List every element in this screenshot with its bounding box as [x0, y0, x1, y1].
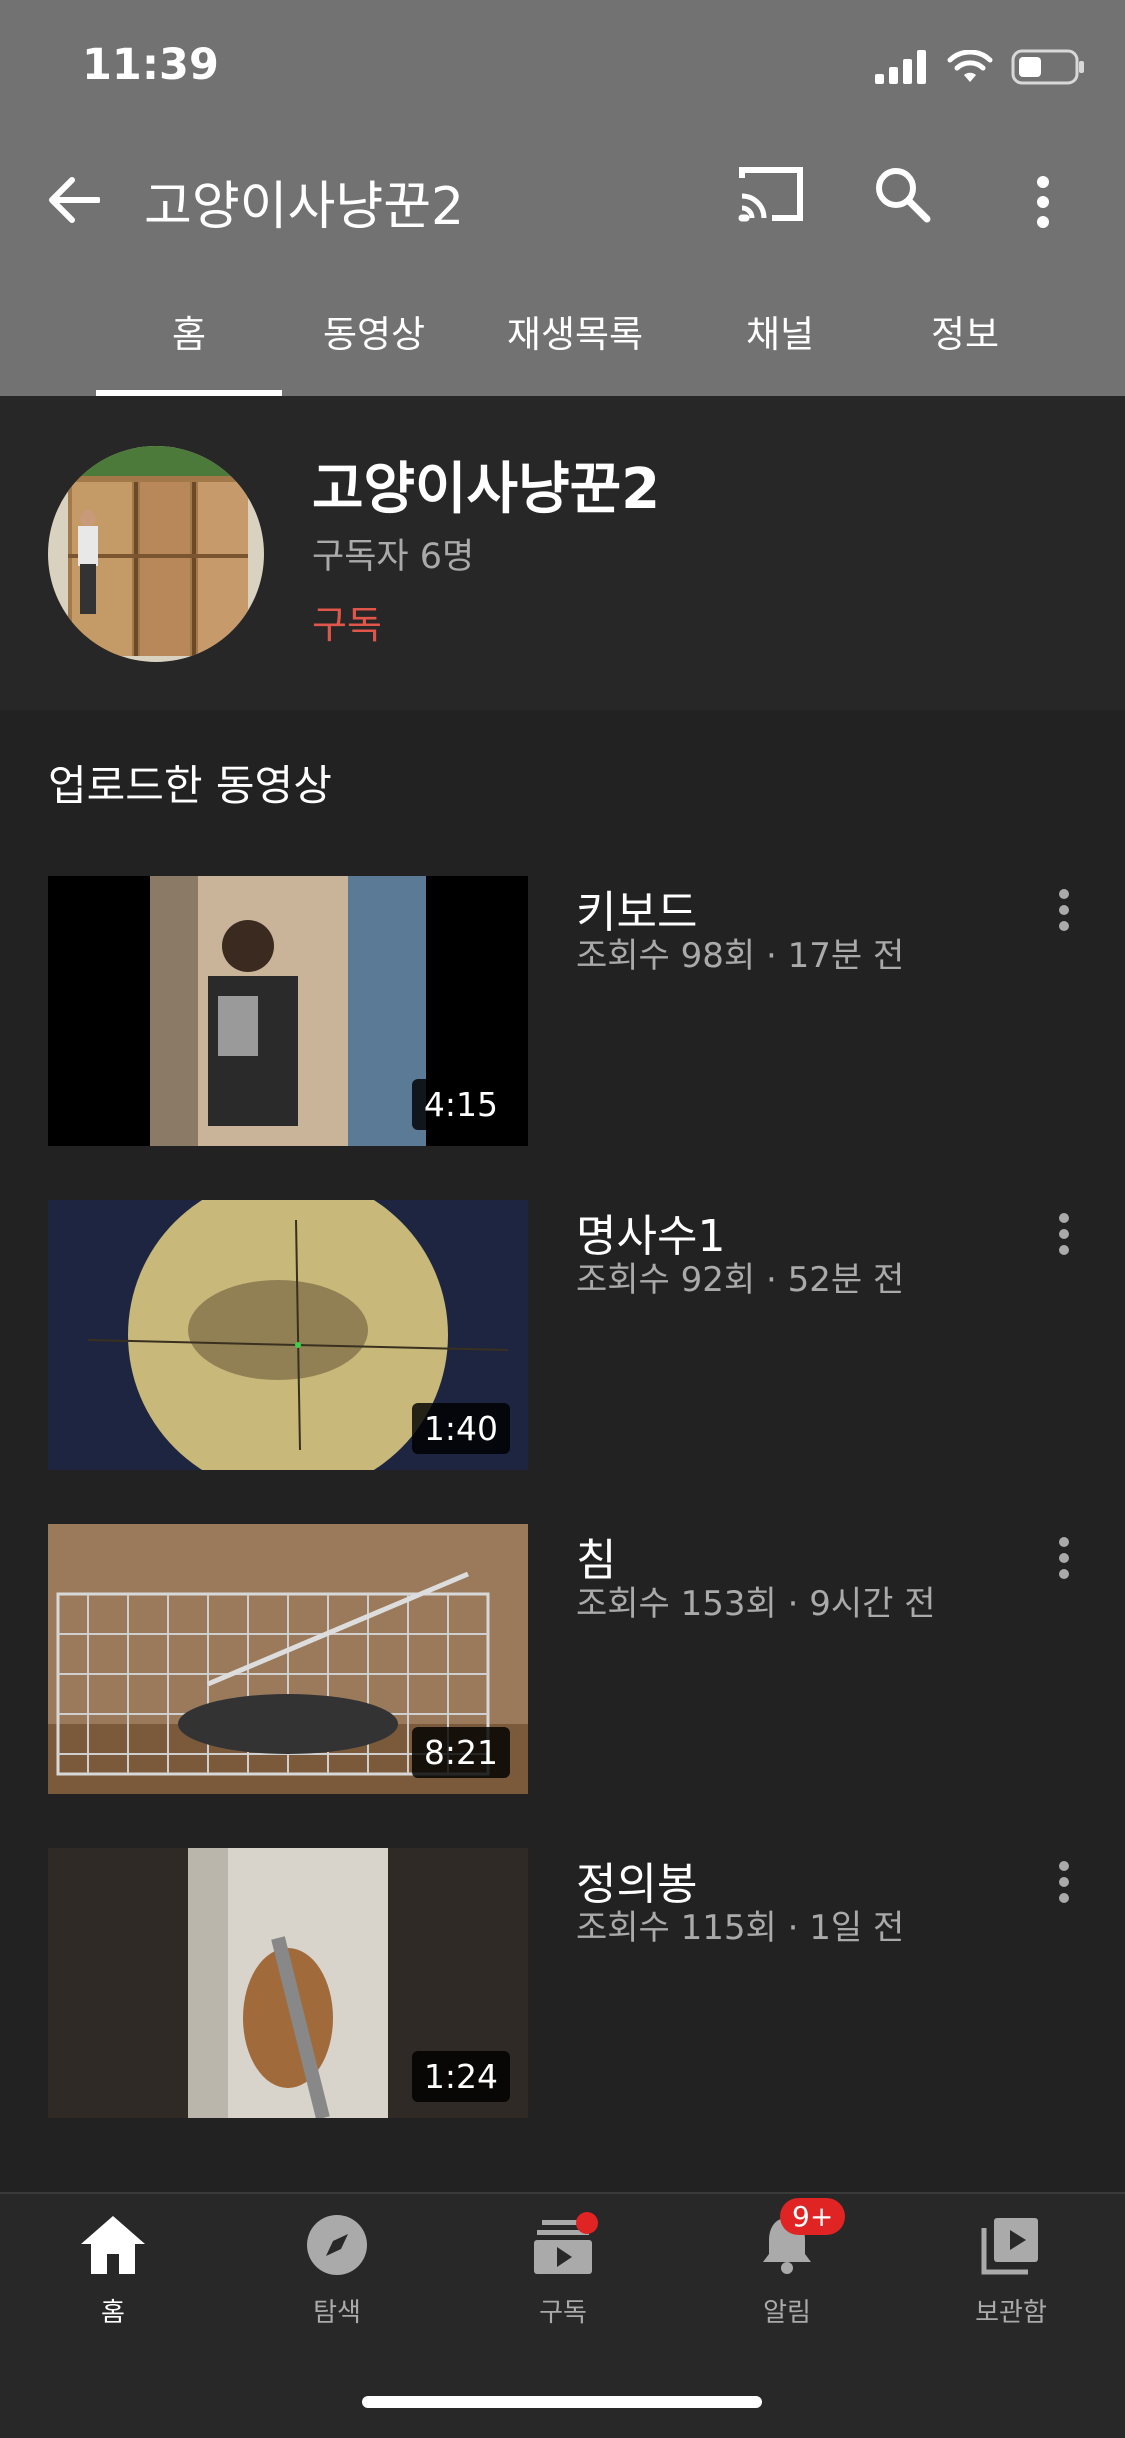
nav-label: 탐색 — [313, 2298, 361, 2328]
more-vertical-icon — [1037, 176, 1049, 228]
status-icons — [875, 46, 1085, 92]
bell-icon: 9+ — [752, 2198, 846, 2280]
nav-label: 홈 — [101, 2298, 125, 2328]
tab-about[interactable]: 정보 — [890, 290, 1040, 396]
nav-library[interactable]: 보관함 — [936, 2210, 1086, 2340]
library-icon — [976, 2210, 1046, 2280]
video-thumbnail[interactable]: 8:21 — [48, 1524, 528, 1794]
video-duration: 4:15 — [411, 1079, 510, 1130]
video-menu-button[interactable] — [1044, 1852, 1084, 1912]
top-header: 11:39 고양이사냥꾼2 홈 동영상 재생목록 채널 정보 — [0, 0, 1125, 396]
video-item[interactable]: 1:40 명사수1 조회수 92회 · 52분 전 — [0, 1200, 1125, 1472]
video-thumbnail[interactable]: 4:15 — [48, 876, 528, 1146]
home-indicator[interactable] — [362, 2396, 762, 2408]
new-content-dot — [576, 2212, 598, 2234]
video-menu-button[interactable] — [1044, 1204, 1084, 1264]
video-meta: 조회수 153회 · 9시간 전 — [576, 1584, 936, 1624]
video-thumbnail[interactable]: 1:40 — [48, 1200, 528, 1470]
cast-button[interactable] — [736, 164, 816, 234]
channel-avatar[interactable] — [48, 446, 264, 662]
tab-channels[interactable]: 채널 — [700, 290, 860, 396]
video-menu-button[interactable] — [1044, 880, 1084, 940]
video-duration: 8:21 — [411, 1727, 510, 1778]
video-meta: 조회수 92회 · 52분 전 — [576, 1260, 905, 1300]
search-icon — [876, 168, 931, 223]
nav-home[interactable]: 홈 — [38, 2210, 188, 2340]
section-title: 업로드한 동영상 — [48, 761, 332, 810]
tab-videos[interactable]: 동영상 — [300, 290, 448, 396]
video-duration: 1:24 — [411, 2051, 510, 2102]
video-item[interactable]: 4:15 키보드 조회수 98회 · 17분 전 — [0, 876, 1125, 1148]
subscriber-count: 구독자 6명 — [312, 537, 475, 577]
video-thumbnail[interactable]: 1:24 — [48, 1848, 528, 2118]
back-button[interactable] — [44, 170, 104, 230]
wifi-icon — [947, 49, 993, 88]
more-vertical-icon — [1059, 1537, 1069, 1579]
nav-label: 보관함 — [975, 2298, 1047, 2328]
home-icon — [78, 2210, 148, 2280]
tab-home[interactable]: 홈 — [96, 290, 282, 396]
more-vertical-icon — [1059, 1213, 1069, 1255]
video-duration: 1:40 — [411, 1403, 510, 1454]
nav-label: 알림 — [763, 2298, 811, 2328]
video-item[interactable]: 8:21 침 조회수 153회 · 9시간 전 — [0, 1524, 1125, 1796]
status-time: 11:39 — [82, 40, 219, 90]
nav-label: 구독 — [539, 2298, 587, 2328]
subscribe-button[interactable]: 구독 — [312, 594, 382, 649]
channel-tabs: 홈 동영상 재생목록 채널 정보 — [0, 290, 1125, 396]
nav-explore[interactable]: 탐색 — [262, 2210, 412, 2340]
page-title: 고양이사냥꾼2 — [144, 177, 465, 237]
video-meta: 조회수 98회 · 17분 전 — [576, 936, 905, 976]
compass-icon — [302, 2210, 372, 2280]
tab-playlists[interactable]: 재생목록 — [490, 290, 660, 396]
more-vertical-icon — [1059, 889, 1069, 931]
more-vertical-icon — [1059, 1861, 1069, 1903]
channel-name: 고양이사냥꾼2 — [312, 457, 661, 522]
signal-icon — [875, 50, 929, 88]
video-item[interactable]: 1:24 정의봉 조회수 115회 · 1일 전 — [0, 1848, 1125, 2120]
video-menu-button[interactable] — [1044, 1528, 1084, 1588]
nav-notifications[interactable]: 9+ 알림 — [712, 2198, 862, 2340]
battery-icon — [1011, 49, 1085, 89]
nav-subscriptions[interactable]: 구독 — [488, 2210, 638, 2340]
notification-badge: 9+ — [780, 2198, 846, 2235]
video-meta: 조회수 115회 · 1일 전 — [576, 1908, 905, 1948]
cast-icon — [738, 167, 803, 222]
subscriptions-icon — [528, 2210, 598, 2280]
more-options-button[interactable] — [1020, 164, 1066, 240]
search-button[interactable] — [872, 164, 948, 240]
app-bar: 고양이사냥꾼2 — [0, 150, 1125, 246]
arrow-left-icon — [49, 177, 100, 223]
